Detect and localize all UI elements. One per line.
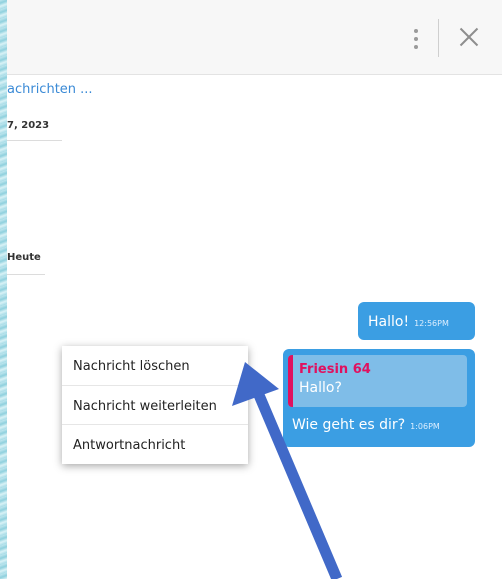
message-context-menu: Nachricht löschen Nachricht weiterleiten… — [62, 346, 248, 464]
message-time: 12:56PM — [414, 319, 449, 328]
reply-message-item[interactable]: Antwortnachricht — [62, 424, 248, 463]
reply-message-bubble[interactable]: Friesin 64 Hallo? Wie geht es dir? 1:06PM — [283, 349, 475, 447]
chat-header — [7, 0, 502, 75]
more-options-icon[interactable] — [404, 24, 428, 54]
background-strip — [0, 0, 7, 579]
quote-author: Friesin 64 — [299, 362, 371, 377]
separator-line — [7, 274, 45, 275]
header-divider — [438, 19, 439, 57]
load-more-messages-link[interactable]: achrichten ... — [7, 82, 93, 97]
forward-message-item[interactable]: Nachricht weiterleiten — [62, 385, 248, 424]
quoted-message[interactable]: Friesin 64 Hallo? — [288, 355, 467, 407]
quote-text: Hallo? — [299, 380, 342, 396]
date-separator: 7, 2023 — [7, 120, 50, 131]
date-separator-today: Heute — [7, 252, 41, 263]
quote-accent-bar — [288, 355, 293, 407]
close-icon[interactable] — [454, 22, 484, 52]
separator-line — [7, 140, 62, 141]
message-bubble[interactable]: Hallo! 12:56PM — [358, 302, 475, 340]
delete-message-item[interactable]: Nachricht löschen — [62, 346, 248, 385]
message-text: Hallo! — [368, 314, 410, 330]
message-time: 1:06PM — [410, 422, 440, 431]
message-text: Wie geht es dir? — [292, 417, 406, 433]
